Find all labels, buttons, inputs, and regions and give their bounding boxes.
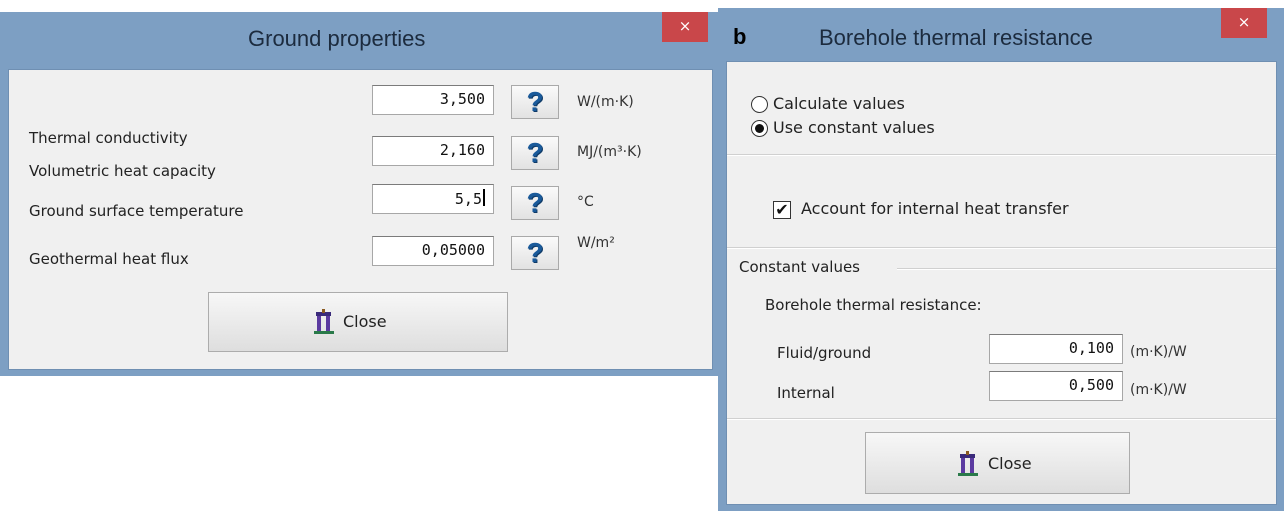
panel-b-letter: b (733, 24, 747, 49)
text-caret (483, 189, 485, 206)
help-icon: ? (526, 187, 544, 218)
calculate-values-radio[interactable] (751, 96, 768, 113)
help-icon: ? (526, 137, 544, 168)
ground-surface-temperature-help-button[interactable]: ? (511, 186, 559, 220)
ground-surface-temperature-input[interactable]: 5,5 (372, 184, 494, 214)
volumetric-heat-capacity-label: Volumetric heat capacity (29, 162, 216, 180)
help-icon: ? (526, 86, 544, 117)
separator (727, 154, 1276, 156)
ground-surface-temperature-unit: °C (577, 194, 594, 210)
geothermal-heat-flux-label: Geothermal heat flux (29, 250, 189, 268)
close-button[interactable]: Close (865, 432, 1130, 494)
borehole-resistance-subheading: Borehole thermal resistance: (765, 296, 982, 314)
geothermal-heat-flux-unit: W/m² (577, 235, 615, 251)
door-exit-icon (958, 451, 978, 476)
close-button[interactable]: Close (208, 292, 508, 352)
help-icon: ? (526, 237, 544, 268)
internal-input[interactable]: 0,500 (989, 371, 1123, 401)
calculate-values-label: Calculate values (773, 94, 905, 113)
volumetric-heat-capacity-input[interactable]: 2,160 (372, 136, 494, 166)
thermal-conductivity-help-button[interactable]: ? (511, 85, 559, 119)
internal-unit: (m·K)/W (1130, 382, 1187, 398)
window-title: Borehole thermal resistance (819, 25, 1093, 50)
window-close-button[interactable]: × (1221, 8, 1267, 38)
geothermal-heat-flux-help-button[interactable]: ? (511, 236, 559, 270)
window-close-button[interactable]: × (662, 12, 708, 42)
window-title: Ground properties (248, 26, 426, 51)
use-constant-values-radio[interactable] (751, 120, 768, 137)
door-exit-icon (314, 309, 334, 334)
ground-surface-temperature-value: 5,5 (454, 190, 482, 208)
close-button-label: Close (343, 312, 387, 331)
internal-label: Internal (777, 384, 835, 402)
fluid-ground-input[interactable]: 0,100 (989, 334, 1123, 364)
separator (727, 247, 1276, 249)
borehole-thermal-resistance-window: Borehole thermal resistance × Calculate … (718, 8, 1284, 511)
volumetric-heat-capacity-help-button[interactable]: ? (511, 136, 559, 170)
ground-properties-client: Thermal conductivity 3,500 ? W/(m·K) Vol… (8, 69, 713, 370)
use-constant-values-label: Use constant values (773, 118, 935, 137)
volumetric-heat-capacity-unit: MJ/(m³·K) (577, 144, 642, 160)
fluid-ground-unit: (m·K)/W (1130, 344, 1187, 360)
ground-surface-temperature-label: Ground surface temperature (29, 202, 244, 220)
ground-properties-titlebar[interactable]: Ground properties × (0, 12, 720, 70)
geothermal-heat-flux-input[interactable]: 0,05000 (372, 236, 494, 266)
ground-properties-window: Ground properties × Thermal conductivity… (0, 12, 720, 376)
internal-heat-transfer-label: Account for internal heat transfer (801, 199, 1069, 218)
thermal-conductivity-unit: W/(m·K) (577, 94, 634, 110)
separator (727, 418, 1276, 420)
close-button-label: Close (988, 454, 1032, 473)
group-title-line (897, 268, 1276, 270)
constant-values-group-title: Constant values (739, 258, 860, 276)
borehole-titlebar[interactable]: Borehole thermal resistance × (718, 8, 1284, 66)
internal-heat-transfer-checkbox[interactable]: ✔ (773, 201, 791, 219)
fluid-ground-label: Fluid/ground (777, 344, 872, 362)
thermal-conductivity-input[interactable]: 3,500 (372, 85, 494, 115)
thermal-conductivity-label: Thermal conductivity (29, 129, 188, 147)
borehole-client: Calculate values Use constant values ✔ A… (726, 61, 1277, 505)
